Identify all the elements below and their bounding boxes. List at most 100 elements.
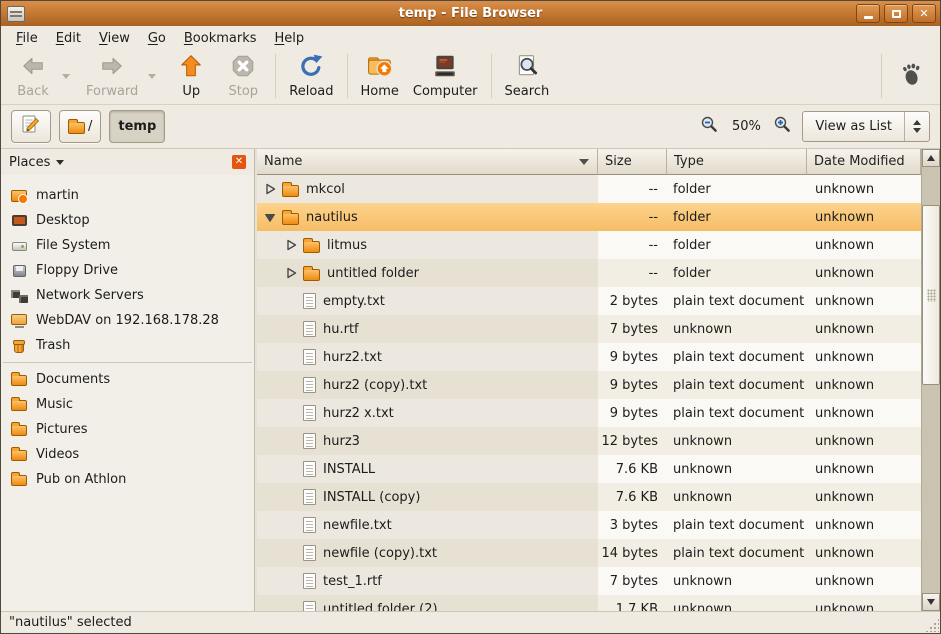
toolbar-button-label: Reload <box>289 84 333 99</box>
minimize-button[interactable] <box>856 4 880 23</box>
menu-file[interactable]: File <box>7 28 47 49</box>
sidebar-item-network-servers[interactable]: Network Servers <box>1 283 254 308</box>
file-row[interactable]: nautilus--folderunknown <box>257 203 921 231</box>
file-row[interactable]: hurz2 x.txt9 bytesplain text documentunk… <box>257 399 921 427</box>
menu-view[interactable]: View <box>90 28 139 49</box>
places-title[interactable]: Places <box>9 155 50 170</box>
toolbar: Back Forward UpStop Reload HomeComputer Searc… <box>1 50 940 105</box>
menu-bookmarks[interactable]: Bookmarks <box>175 28 266 49</box>
sidebar-item-webdav-on-192-168-178-28[interactable]: WebDAV on 192.168.178.28 <box>1 308 254 333</box>
toolbar-button-back[interactable]: Back <box>7 51 59 101</box>
column-header-date-modified[interactable]: Date Modified <box>807 149 921 175</box>
expander-placeholder <box>284 463 297 476</box>
sidebar-item-label: WebDAV on 192.168.178.28 <box>36 313 219 328</box>
cell-name: untitled folder <box>257 259 598 287</box>
cell-type: folder <box>667 259 807 287</box>
maximize-button[interactable] <box>884 4 908 23</box>
view-mode-select[interactable]: View as List <box>802 111 930 142</box>
sidebar-item-martin[interactable]: martin <box>1 183 254 208</box>
toolbar-dropdown-back[interactable] <box>59 56 73 96</box>
sidebar-item-pub-on-athlon[interactable]: Pub on Athlon <box>1 467 254 492</box>
sidebar-item-desktop[interactable]: Desktop <box>1 208 254 233</box>
floppy-icon <box>11 263 28 279</box>
toolbar-button-home[interactable]: Home <box>354 51 406 101</box>
file-name: INSTALL <box>323 462 375 477</box>
folder-icon <box>11 447 28 463</box>
cell-size: 1.7 KB <box>598 595 667 611</box>
sidebar-item-label: Documents <box>36 372 110 387</box>
expander-collapsed-icon[interactable] <box>284 267 297 280</box>
sidebar-item-floppy-drive[interactable]: Floppy Drive <box>1 258 254 283</box>
chevron-down-icon <box>148 74 156 79</box>
file-row[interactable]: INSTALL7.6 KBunknownunknown <box>257 455 921 483</box>
resize-grip[interactable] <box>925 618 939 632</box>
scrollbar-track[interactable] <box>922 167 940 593</box>
zoom-out-button[interactable] <box>700 115 719 138</box>
column-header-size[interactable]: Size <box>598 149 667 175</box>
toolbar-button-forward[interactable]: Forward <box>79 51 145 101</box>
titlebar[interactable]: temp - File Browser ✕ <box>1 1 940 26</box>
file-row[interactable]: untitled folder (2)1.7 KBunknownunknown <box>257 595 921 611</box>
sidebar-item-file-system[interactable]: File System <box>1 233 254 258</box>
expander-expanded-icon[interactable] <box>263 211 276 224</box>
file-row[interactable]: hurz312 bytesunknownunknown <box>257 427 921 455</box>
file-row[interactable]: INSTALL (copy)7.6 KBunknownunknown <box>257 483 921 511</box>
close-button[interactable]: ✕ <box>912 4 936 23</box>
expander-placeholder <box>284 435 297 448</box>
menu-edit[interactable]: Edit <box>47 28 90 49</box>
cell-name: test_1.rtf <box>257 567 598 595</box>
toolbar-button-computer[interactable]: Computer <box>406 51 485 101</box>
places-caret-icon <box>56 160 64 165</box>
sidebar-item-music[interactable]: Music <box>1 392 254 417</box>
cell-type: plain text document <box>667 371 807 399</box>
expander-collapsed-icon[interactable] <box>284 239 297 252</box>
toolbar-button-reload[interactable]: Reload <box>282 51 340 101</box>
file-row[interactable]: hurz2 (copy).txt9 bytesplain text docume… <box>257 371 921 399</box>
cell-name: newfile.txt <box>257 511 598 539</box>
file-row[interactable]: test_1.rtf7 bytesunknownunknown <box>257 567 921 595</box>
file-row[interactable]: hurz2.txt9 bytesplain text documentunkno… <box>257 343 921 371</box>
file-row[interactable]: untitled folder--folderunknown <box>257 259 921 287</box>
vertical-scrollbar[interactable] <box>921 149 940 611</box>
column-header-type[interactable]: Type <box>667 149 807 175</box>
menu-help[interactable]: Help <box>266 28 314 49</box>
sidebar-item-trash[interactable]: Trash <box>1 333 254 358</box>
file-row[interactable]: mkcol--folderunknown <box>257 175 921 203</box>
column-header-name[interactable]: Name <box>257 149 598 175</box>
cell-size: 7.6 KB <box>598 483 667 511</box>
file-name: hurz3 <box>323 434 360 449</box>
expander-placeholder <box>284 491 297 504</box>
cell-type: unknown <box>667 483 807 511</box>
toolbar-button-up[interactable]: Up <box>165 51 217 101</box>
cell-type: folder <box>667 203 807 231</box>
toolbar-button-search[interactable]: Search <box>498 51 557 101</box>
menu-go[interactable]: Go <box>139 28 175 49</box>
expander-placeholder <box>284 407 297 420</box>
sidebar-item-documents[interactable]: Documents <box>1 367 254 392</box>
edit-location-button[interactable] <box>11 110 51 143</box>
toolbar-dropdown-forward[interactable] <box>145 56 159 96</box>
toolbar-button-stop[interactable]: Stop <box>217 51 269 101</box>
sidebar-item-videos[interactable]: Videos <box>1 442 254 467</box>
expander-placeholder <box>284 379 297 392</box>
path-button-temp[interactable]: temp <box>109 110 165 143</box>
cell-date-modified: unknown <box>807 511 921 539</box>
file-row[interactable]: litmus--folderunknown <box>257 231 921 259</box>
scrollbar-thumb[interactable] <box>922 205 940 385</box>
file-row[interactable]: empty.txt2 bytesplain text documentunkno… <box>257 287 921 315</box>
file-icon <box>303 293 316 309</box>
file-row[interactable]: newfile (copy).txt14 bytesplain text doc… <box>257 539 921 567</box>
sidebar-item-label: Trash <box>36 338 70 353</box>
zoom-in-button[interactable] <box>773 115 792 138</box>
sidebar-close-button[interactable]: ✕ <box>232 155 246 169</box>
cell-date-modified: unknown <box>807 539 921 567</box>
file-row[interactable]: newfile.txt3 bytesplain text documentunk… <box>257 511 921 539</box>
expander-collapsed-icon[interactable] <box>263 183 276 196</box>
scroll-up-button[interactable] <box>922 149 940 167</box>
root-path-button[interactable]: / <box>59 110 101 143</box>
home-icon <box>367 53 393 83</box>
scroll-down-button[interactable] <box>922 593 940 611</box>
file-row[interactable]: hu.rtf7 bytesunknownunknown <box>257 315 921 343</box>
cell-size: -- <box>598 175 667 203</box>
sidebar-item-pictures[interactable]: Pictures <box>1 417 254 442</box>
